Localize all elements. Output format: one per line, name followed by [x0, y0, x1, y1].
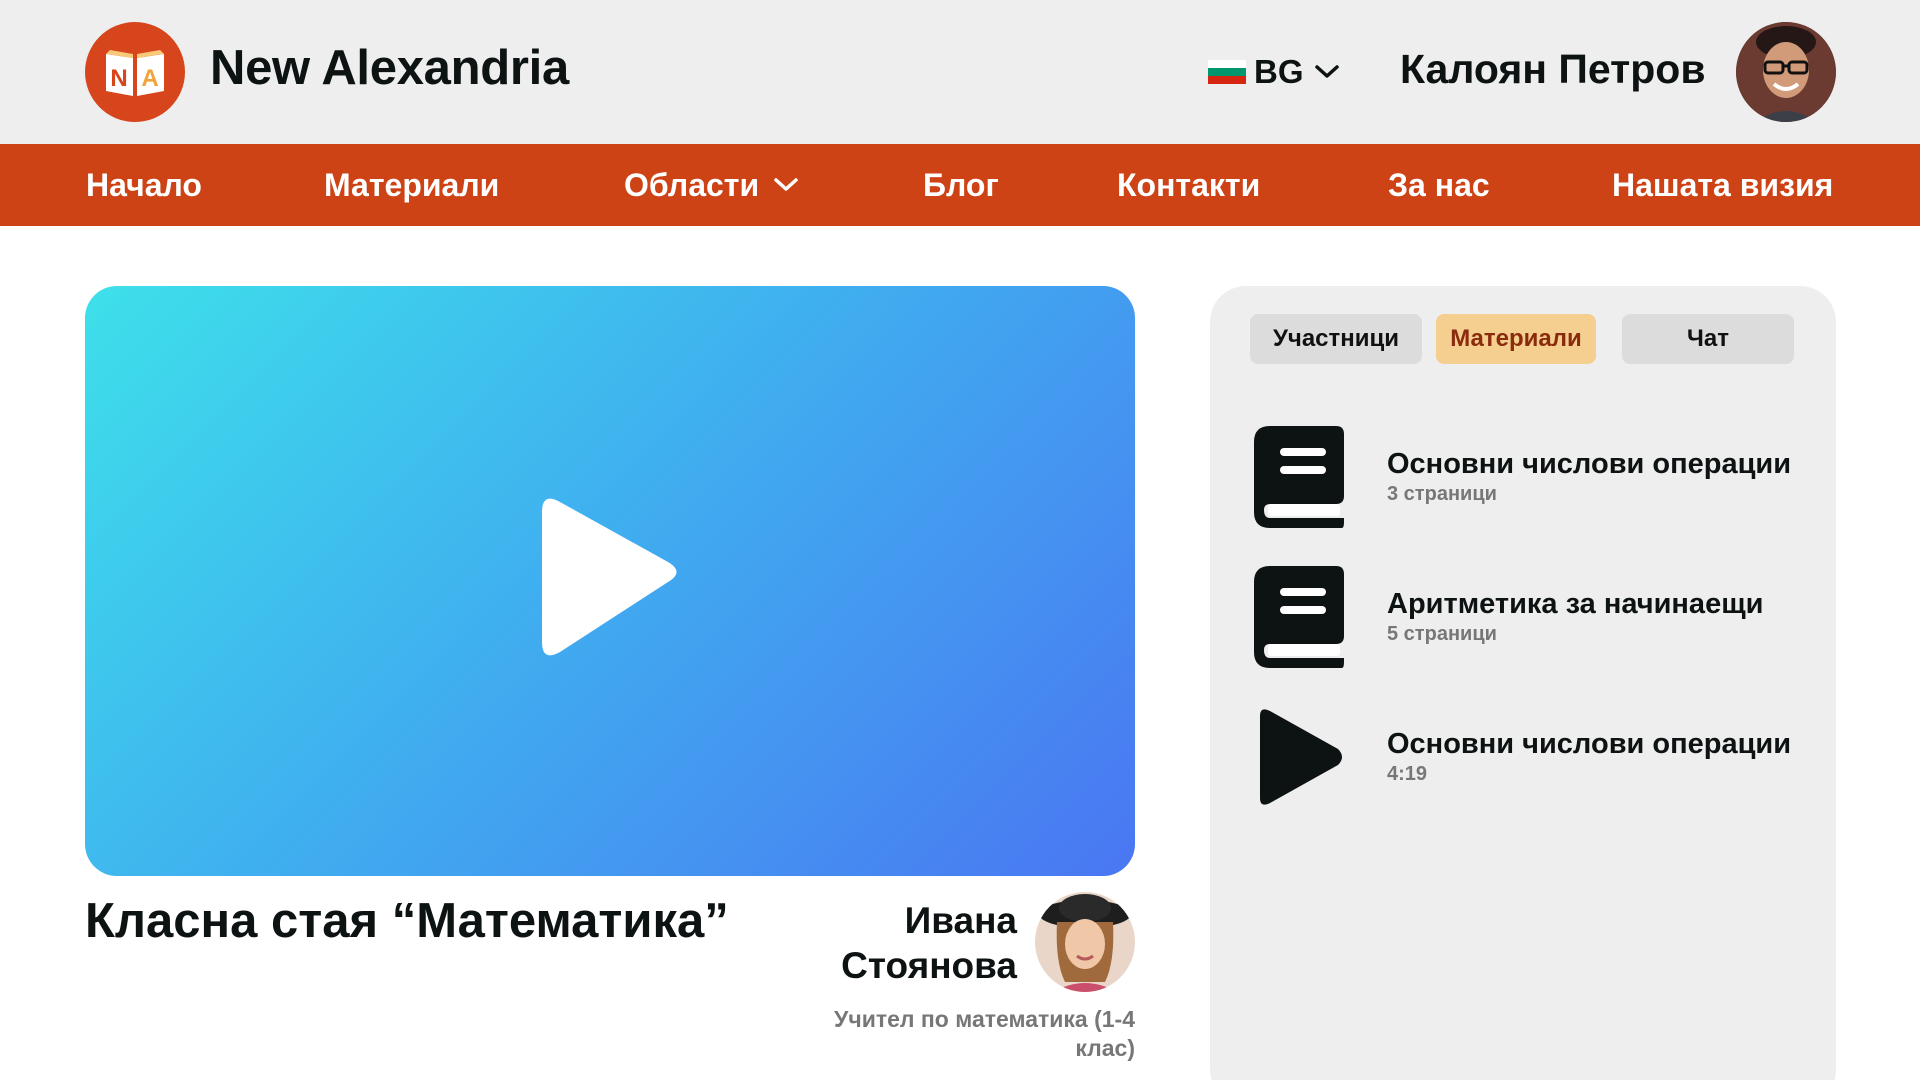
header-bar: N A New Alexandria BG Калоян Петров	[0, 0, 1920, 144]
material-subtitle: 5 страници	[1387, 623, 1497, 645]
tab-materials[interactable]: Материали	[1436, 314, 1596, 364]
chevron-down-icon	[774, 178, 798, 191]
logo-letter-a: A	[141, 65, 158, 92]
nav-item-label: За нас	[1388, 166, 1490, 203]
teacher-role: Учител по математика (1-4 клас)	[834, 1006, 1135, 1061]
logo[interactable]: N A	[85, 22, 185, 122]
side-panel	[1210, 286, 1836, 1080]
material-subtitle: 3 страници	[1387, 483, 1497, 505]
teacher-avatar[interactable]	[1035, 892, 1135, 992]
nav-item-materials[interactable]: Материали	[324, 144, 499, 226]
logo-letter-n: N	[110, 65, 127, 92]
nav-item-home[interactable]: Начало	[86, 144, 202, 226]
tab-participants[interactable]: Участници	[1250, 314, 1422, 364]
material-subtitle: 4:19	[1387, 763, 1428, 785]
book-icon[interactable]	[1254, 426, 1344, 528]
play-button-icon[interactable]	[530, 492, 690, 672]
nav-item-contacts[interactable]: Контакти	[1117, 144, 1260, 226]
nav-item-areas[interactable]: Области	[624, 144, 799, 226]
user-avatar[interactable]	[1736, 22, 1836, 122]
nav-item-label: Начало	[86, 166, 202, 203]
tab-chat[interactable]: Чат	[1622, 314, 1794, 364]
material-title[interactable]: Основни числови операции	[1387, 448, 1791, 481]
material-title[interactable]: Основни числови операции	[1387, 728, 1791, 761]
play-icon[interactable]	[1256, 706, 1346, 808]
classroom-title: Класна стая “Математика”	[85, 894, 729, 948]
nav-item-blog[interactable]: Блог	[923, 144, 999, 226]
chevron-down-icon	[1314, 65, 1339, 78]
nav-item-label: Контакти	[1117, 166, 1261, 203]
nav-item-vision[interactable]: Нашата визия	[1612, 144, 1833, 226]
main-nav: Начало Материали Области Блог Контакти З…	[0, 144, 1920, 226]
user-name[interactable]: Калоян Петров	[1400, 46, 1706, 93]
language-selector[interactable]: BG	[1208, 50, 1340, 94]
bulgaria-flag-icon	[1208, 60, 1246, 84]
brand-name[interactable]: New Alexandria	[210, 40, 569, 96]
nav-item-label: Нашата визия	[1612, 166, 1834, 203]
book-icon[interactable]	[1254, 566, 1344, 668]
material-title[interactable]: Аритметика за начинаещи	[1387, 588, 1764, 621]
teacher-name[interactable]: Ивана Стоянова	[797, 898, 1017, 988]
language-code: BG	[1254, 53, 1304, 90]
nav-item-about[interactable]: За нас	[1388, 144, 1490, 226]
nav-item-label: Блог	[923, 166, 999, 203]
nav-item-label: Области	[624, 166, 760, 203]
open-book-logo-icon: N A	[106, 50, 164, 96]
nav-item-label: Материали	[324, 166, 500, 203]
